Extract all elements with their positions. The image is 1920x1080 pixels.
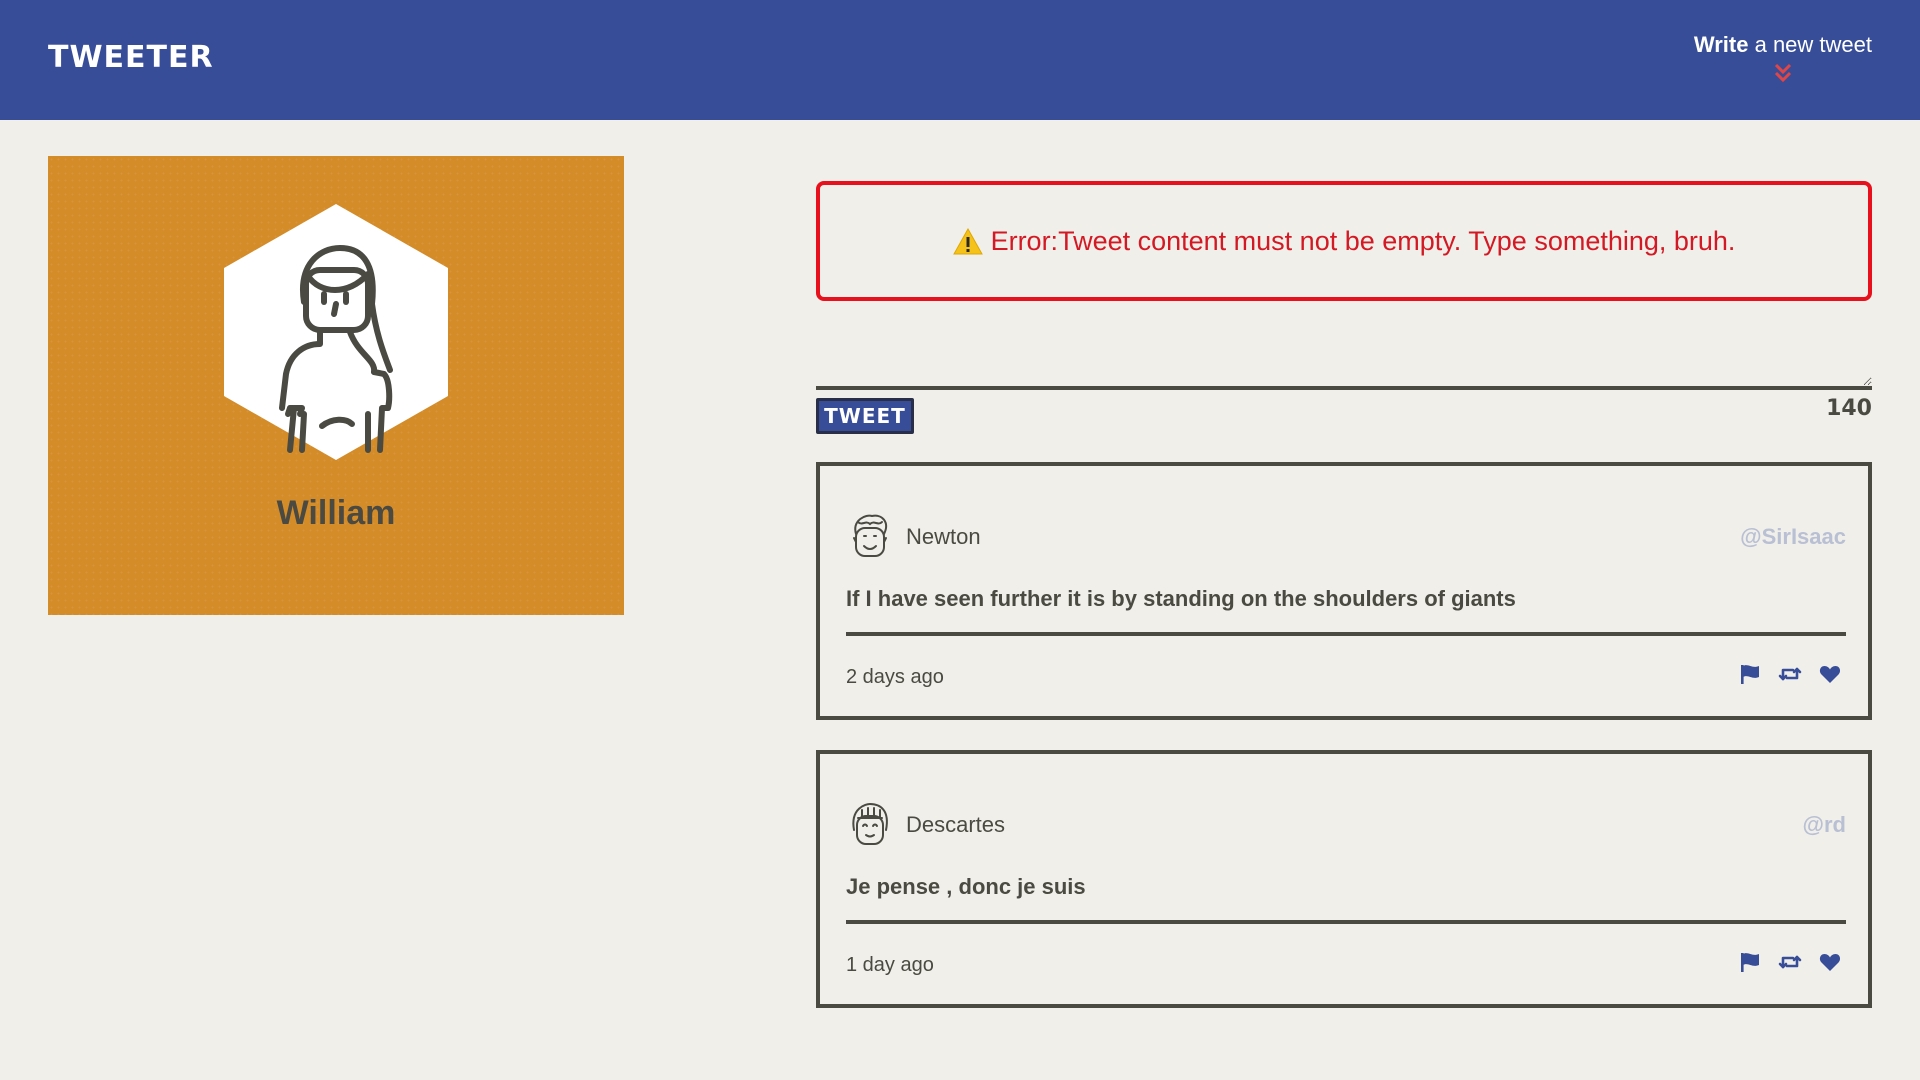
warning-icon (952, 227, 983, 254)
avatar-icon (852, 802, 888, 845)
retweet-icon[interactable] (1778, 662, 1802, 686)
error-text: Error:Tweet content must not be empty. T… (990, 225, 1736, 256)
character-counter: 140 (1826, 396, 1872, 421)
error-message-box: Error:Tweet content must not be empty. T… (816, 181, 1872, 301)
profile-card: William (48, 156, 624, 615)
new-tweet-form: TWEET 140 (816, 330, 1872, 436)
tweet-author: Newton (906, 524, 981, 549)
profile-name: William (276, 494, 396, 532)
tweet-handle: @SirIsaac (1740, 524, 1846, 549)
tweet-header: Descartes @rd (846, 800, 1846, 852)
tweet-timestamp: 2 days ago (846, 666, 944, 688)
chevron-double-down-icon (1774, 63, 1791, 83)
tweet-content: If I have seen further it is by standing… (846, 586, 1516, 611)
tweet-divider (846, 632, 1846, 636)
avatar-icon (853, 514, 888, 557)
tweet-content: Je pense , donc je suis (846, 874, 1086, 899)
tweet-textarea[interactable] (816, 330, 1872, 390)
brand-logo[interactable]: Tweeter (48, 40, 214, 75)
heart-icon[interactable] (1818, 662, 1842, 686)
flag-icon[interactable] (1738, 950, 1762, 974)
tweet-actions (1738, 662, 1842, 686)
heart-icon[interactable] (1818, 950, 1842, 974)
tweet-divider (846, 920, 1846, 924)
tweet-actions (1738, 950, 1842, 974)
compose-toggle-button[interactable]: Write a new tweet (1694, 32, 1872, 84)
navbar: Tweeter Write a new tweet (0, 0, 1920, 120)
tweet-header: Newton @SirIsaac (846, 512, 1846, 564)
tweet-handle: @rd (1802, 812, 1846, 837)
tweet-author: Descartes (906, 812, 1006, 837)
tweet-timestamp: 1 day ago (846, 954, 934, 976)
compose-label-bold: Write (1693, 32, 1749, 57)
profile-avatar-icon (224, 204, 448, 460)
compose-label-rest: a new tweet (1748, 32, 1872, 57)
tweet-card: Newton @SirIsaac If I have seen further … (816, 462, 1872, 720)
tweet-card: Descartes @rd Je pense , donc je suis 1 … (816, 750, 1872, 1008)
retweet-icon[interactable] (1778, 950, 1802, 974)
flag-icon[interactable] (1738, 662, 1762, 686)
tweet-button[interactable]: TWEET (816, 398, 914, 434)
